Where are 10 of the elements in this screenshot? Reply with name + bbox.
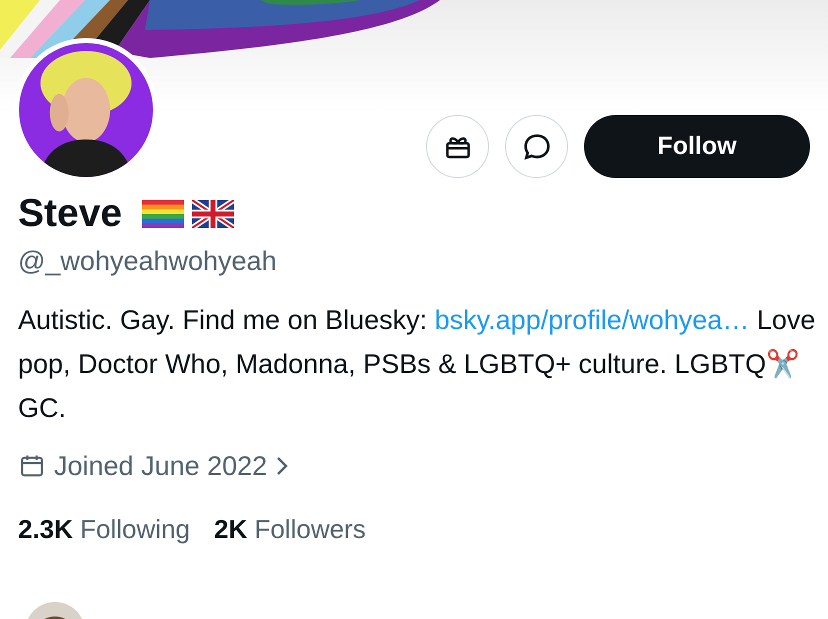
user-handle: @_wohyeahwohyeah (18, 245, 278, 278)
display-name: Steve (18, 194, 122, 233)
follow-stat-link[interactable]: 2K Followers (214, 510, 366, 549)
follow-button[interactable]: Follow (584, 115, 810, 178)
joined-date: Joined June 2022 (54, 450, 268, 482)
union-flag-icon (192, 200, 234, 228)
follow-stat-link[interactable]: 2.3K Following (18, 510, 190, 549)
chevron-right-icon[interactable] (275, 454, 290, 477)
profile-bio: Autistic. Gay. Find me on Bluesky: bsky.app/profile/wohyea… Love pop, Doctor Who, Madonna, PSBs & LGBTQ+ culture. LGBTQ✂GC. (18, 304, 816, 424)
rainbow-flag-icon (142, 200, 184, 228)
